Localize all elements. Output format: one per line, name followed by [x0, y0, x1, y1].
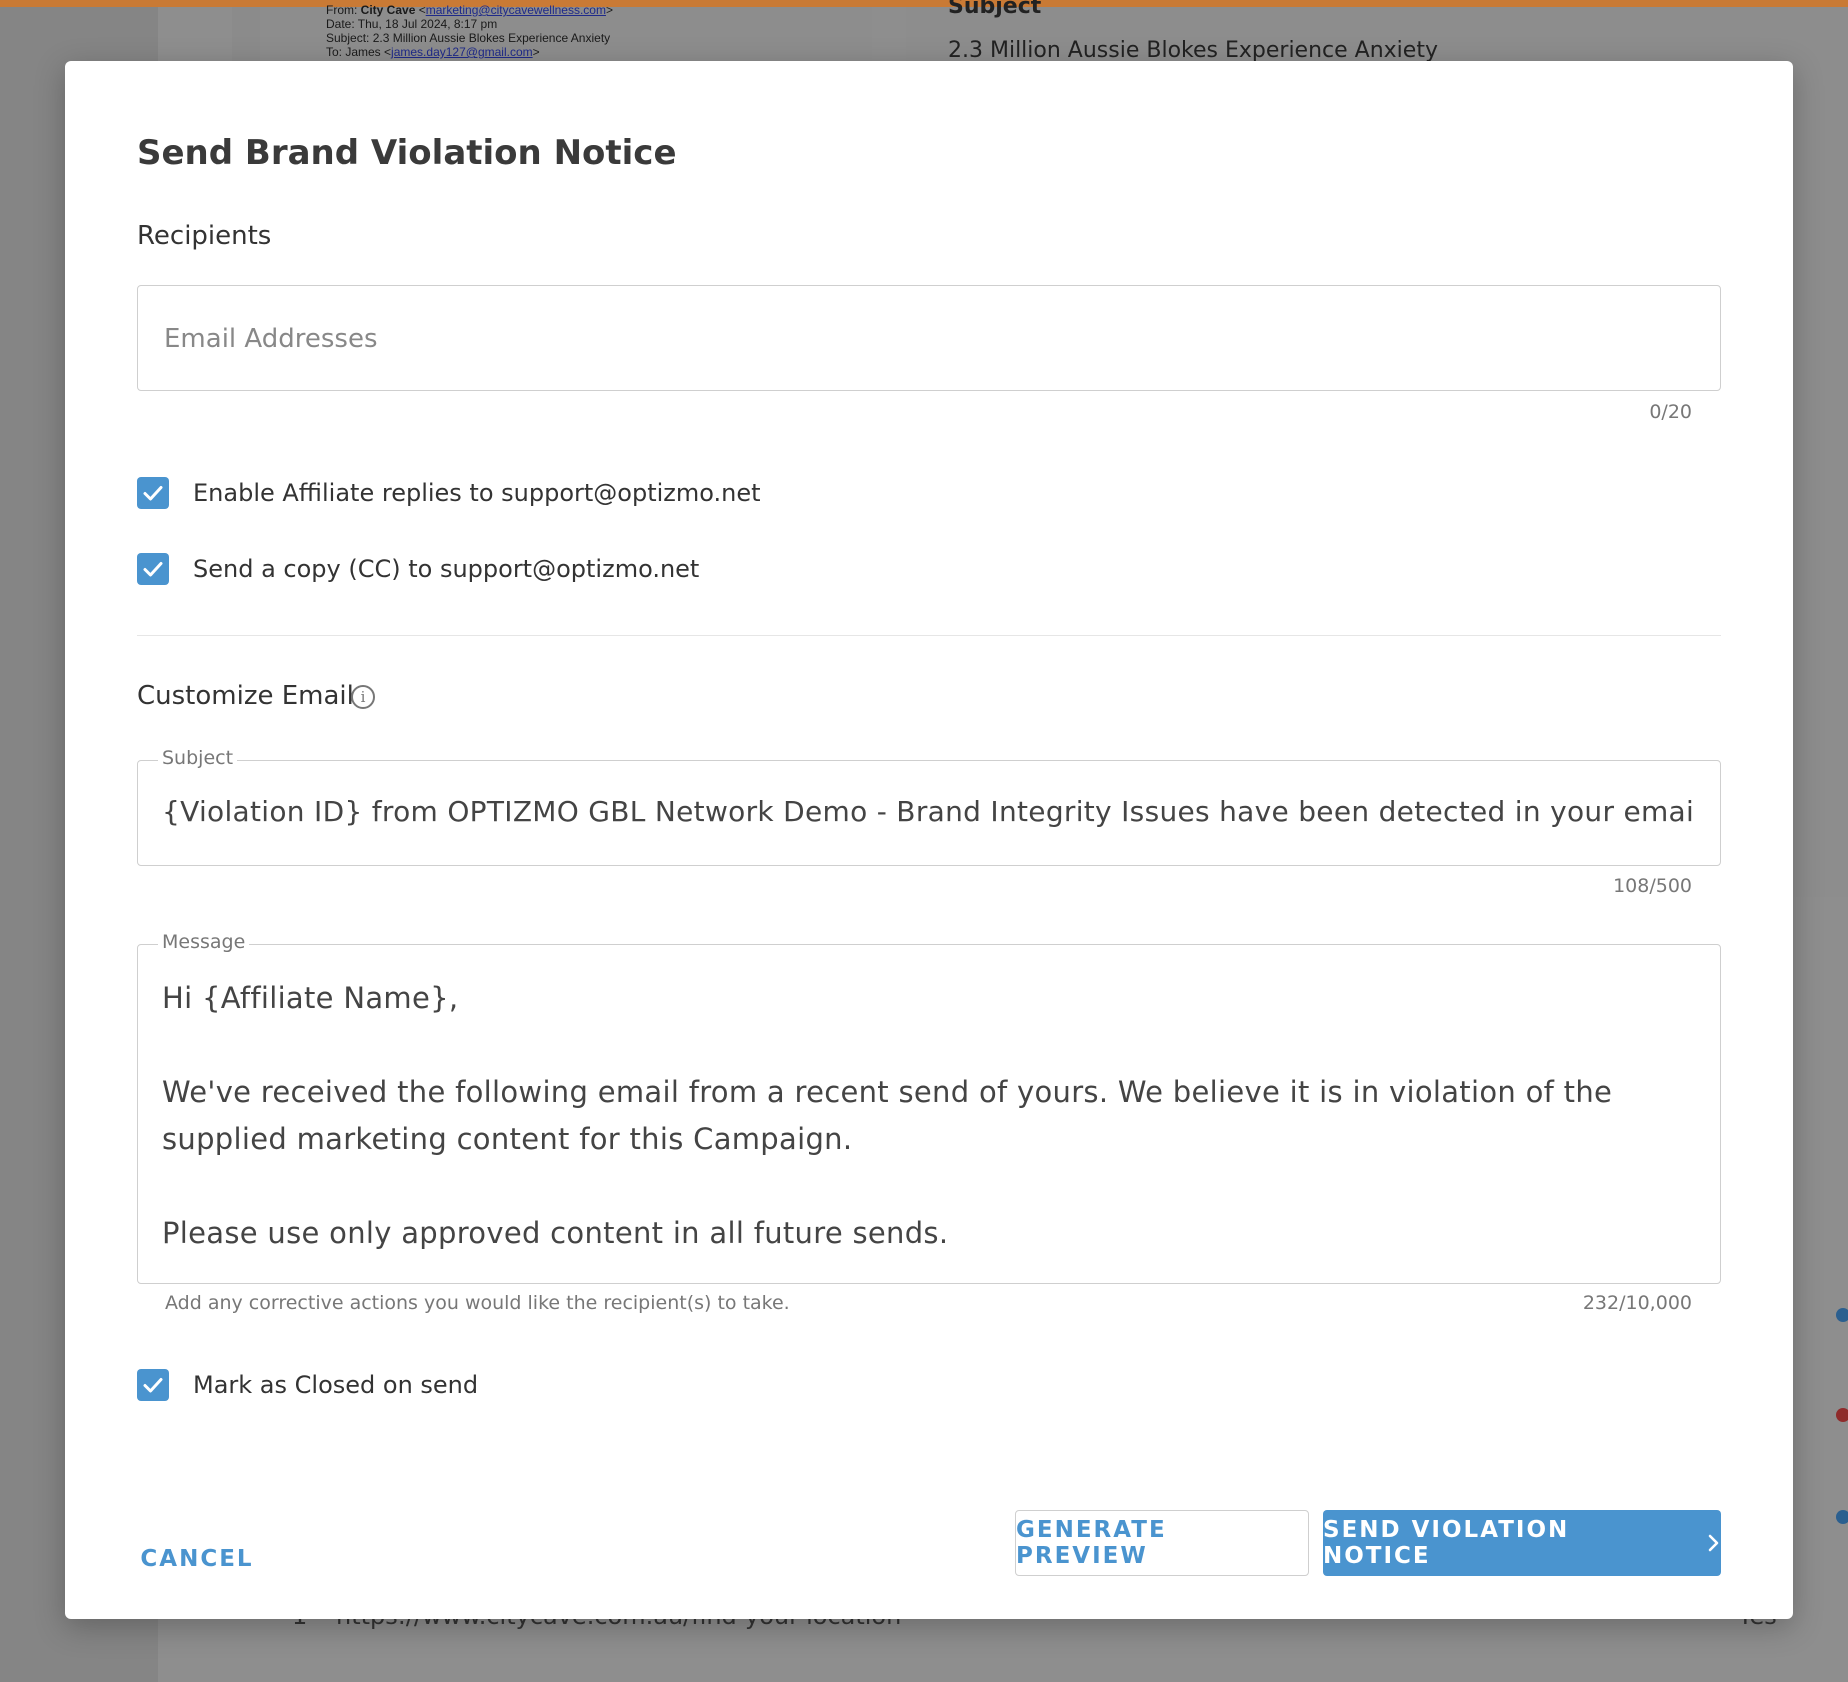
- message-field[interactable]: Message Hi {Affiliate Name}, We've recei…: [137, 931, 1721, 1284]
- info-icon[interactable]: i: [351, 685, 375, 709]
- message-textarea[interactable]: Hi {Affiliate Name}, We've received the …: [162, 975, 1702, 1257]
- generate-preview-button[interactable]: GENERATE PREVIEW: [1015, 1510, 1309, 1576]
- send-copy-label: Send a copy (CC) to support@optizmo.net: [193, 555, 700, 583]
- recipients-counter: 0/20: [1649, 401, 1692, 423]
- customize-email-label: Customize Email: [137, 681, 354, 711]
- checkmark-icon: [143, 486, 163, 501]
- enable-replies-option[interactable]: Enable Affiliate replies to support@opti…: [137, 475, 761, 511]
- send-button-label: SEND VIOLATION NOTICE: [1323, 1517, 1570, 1569]
- checkmark-icon: [143, 562, 163, 577]
- send-copy-checkbox[interactable]: [137, 553, 169, 585]
- section-divider: [137, 635, 1721, 636]
- recipients-label: Recipients: [137, 221, 272, 251]
- enable-replies-checkbox[interactable]: [137, 477, 169, 509]
- mark-closed-label: Mark as Closed on send: [193, 1371, 479, 1399]
- violation-notice-dialog: Send Brand Violation Notice Recipients 0…: [65, 61, 1793, 1619]
- send-violation-notice-button[interactable]: SEND VIOLATION NOTICE: [1323, 1510, 1721, 1576]
- mark-closed-checkbox[interactable]: [137, 1369, 169, 1401]
- recipients-field[interactable]: [137, 285, 1721, 392]
- recipients-email-input[interactable]: [162, 286, 1696, 392]
- cancel-button[interactable]: CANCEL: [137, 1531, 257, 1587]
- chevron-right-icon: [1707, 1533, 1721, 1553]
- checkmark-icon: [143, 1378, 163, 1393]
- subject-counter: 108/500: [1613, 875, 1692, 897]
- message-field-label: Message: [158, 931, 250, 953]
- send-copy-option[interactable]: Send a copy (CC) to support@optizmo.net: [137, 551, 699, 587]
- message-counter: 232/10,000: [1582, 1292, 1692, 1314]
- mark-closed-option[interactable]: Mark as Closed on send: [137, 1367, 478, 1403]
- message-helper-text: Add any corrective actions you would lik…: [165, 1292, 790, 1314]
- subject-input[interactable]: {Violation ID} from OPTIZMO GBL Network …: [162, 795, 1696, 828]
- subject-field-label: Subject: [158, 747, 238, 769]
- dialog-title: Send Brand Violation Notice: [137, 133, 677, 173]
- enable-replies-label: Enable Affiliate replies to support@opti…: [193, 479, 761, 507]
- subject-field[interactable]: Subject {Violation ID} from OPTIZMO GBL …: [137, 747, 1721, 866]
